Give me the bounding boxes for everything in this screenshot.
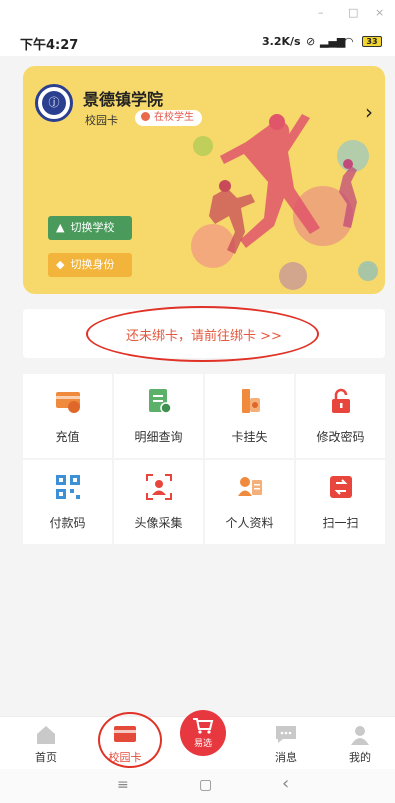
function-grid: 充值 明细查询 卡挂失 修改密码 付款码 头像采集 个人资料 扫一扫 — [23, 374, 385, 544]
menu-icon[interactable]: ≡ — [117, 777, 129, 793]
recharge-button[interactable]: 充值 — [23, 374, 112, 458]
card-loss-icon — [241, 389, 260, 413]
window-controls: – □ × — [0, 0, 395, 26]
no-sim-icon: ⊘ — [306, 35, 316, 48]
annotation-ellipse — [86, 306, 319, 362]
tab-mine[interactable]: 我的 — [330, 717, 390, 770]
school-logo-icon: ⓙ — [35, 84, 73, 122]
jumping-people-illustration — [191, 114, 378, 290]
system-nav-bar: ≡ ▢ ‹ — [0, 769, 395, 803]
status-time: 下午4:27 — [20, 38, 79, 53]
avatar-capture-icon — [145, 474, 172, 500]
school-name: 景德镇学院 — [83, 90, 164, 109]
tab-messages[interactable]: 消息 — [256, 717, 316, 770]
qr-code-icon — [55, 475, 80, 499]
card-loss-button[interactable]: 卡挂失 — [205, 374, 294, 458]
person-icon — [141, 112, 150, 121]
home-icon — [37, 726, 55, 744]
status-bar: 下午4:27 3.2K/s ⊘ ▂▄▆ ◠ 33 — [0, 26, 395, 56]
minimize-button[interactable]: – — [318, 6, 324, 19]
switch-school-button[interactable]: ▲ 切换学校 — [48, 216, 132, 240]
cart-icon — [193, 718, 214, 734]
profile-card-icon — [237, 477, 262, 496]
annotation-ellipse — [98, 712, 162, 768]
payment-code-button[interactable]: 付款码 — [23, 460, 112, 544]
home-nav-icon[interactable]: ▢ — [199, 777, 212, 793]
detail-query-button[interactable]: 明细查询 — [114, 374, 203, 458]
switch-role-button[interactable]: ◆ 切换身份 — [48, 253, 132, 277]
message-icon — [276, 726, 296, 743]
profile-button[interactable]: 个人资料 — [205, 460, 294, 544]
network-speed: 3.2K/s — [262, 35, 301, 48]
avatar-capture-button[interactable]: 头像采集 — [114, 460, 203, 544]
tab-home[interactable]: 首页 — [16, 717, 76, 770]
scan-button[interactable]: 扫一扫 — [296, 460, 385, 544]
cell-signal-icon: ▂▄▆ — [320, 35, 346, 48]
wifi-icon: ◠ — [344, 35, 354, 48]
user-icon — [351, 726, 369, 745]
back-icon[interactable]: ‹ — [282, 773, 289, 794]
card-type-label: 校园卡 — [85, 114, 118, 127]
maximize-button[interactable]: □ — [348, 6, 358, 19]
school-icon: ▲ — [56, 221, 65, 234]
tab-yixuan[interactable]: 易选 — [180, 710, 226, 756]
detail-query-icon — [148, 389, 172, 414]
lock-icon — [331, 388, 350, 413]
battery-icon: 33 — [362, 36, 382, 47]
campus-card-banner[interactable]: ⓙ 景德镇学院 校园卡 在校学生 › ▲ 切换学校 ◆ 切换身份 — [23, 66, 385, 294]
graduation-cap-icon: ◆ — [56, 258, 65, 271]
scan-icon — [329, 476, 352, 498]
close-button[interactable]: × — [375, 6, 384, 19]
change-password-button[interactable]: 修改密码 — [296, 374, 385, 458]
recharge-card-icon — [55, 392, 80, 413]
